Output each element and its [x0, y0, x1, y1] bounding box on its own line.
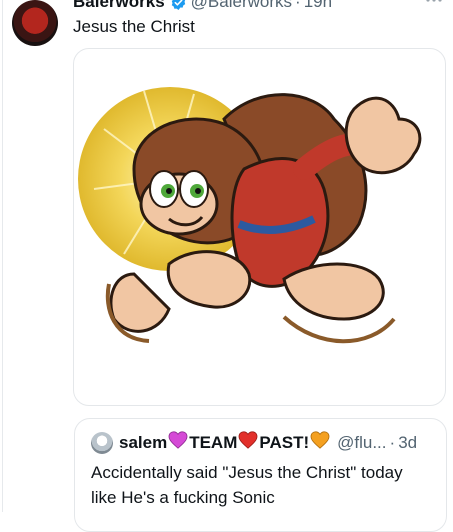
header-separator: · [295, 0, 301, 11]
verified-badge-icon [170, 0, 187, 11]
quoted-name-part-1: salem [119, 432, 168, 452]
quoted-name-part-2: TEAM [189, 432, 238, 452]
tweet-text: Jesus the Christ [73, 17, 195, 36]
tweet-header: Baierworks @Baierworks · 19h [73, 0, 332, 13]
tweet-media-image[interactable] [73, 48, 446, 406]
quoted-name-part-3: PAST! [259, 432, 310, 452]
more-horizontal-icon[interactable] [425, 0, 443, 6]
tweet-timestamp[interactable]: 19h [304, 0, 332, 12]
quoted-timestamp[interactable]: 3d [398, 433, 417, 453]
purple-heart-icon [168, 431, 188, 454]
red-heart-icon [238, 431, 258, 454]
jesus-cartoon-illustration [78, 87, 422, 344]
quoted-author-handle[interactable]: @flu... [337, 433, 386, 453]
author-avatar[interactable] [12, 0, 58, 46]
quoted-tweet-card[interactable]: salem TEAM PAST! @flu... · 3d Accidental… [74, 418, 447, 532]
quoted-header-separator: · [389, 432, 396, 452]
timeline-divider [2, 0, 3, 512]
quoted-author-avatar[interactable] [91, 431, 113, 454]
orange-heart-icon [310, 431, 330, 454]
quoted-author-name[interactable]: salem TEAM PAST! [119, 431, 331, 454]
author-handle[interactable]: @Baierworks [191, 0, 292, 12]
quoted-tweet-header: salem TEAM PAST! @flu... · 3d [91, 431, 417, 454]
author-display-name[interactable]: Baierworks [73, 0, 165, 12]
quoted-tweet-text: Accidentally said "Jesus the Christ" tod… [91, 463, 403, 507]
